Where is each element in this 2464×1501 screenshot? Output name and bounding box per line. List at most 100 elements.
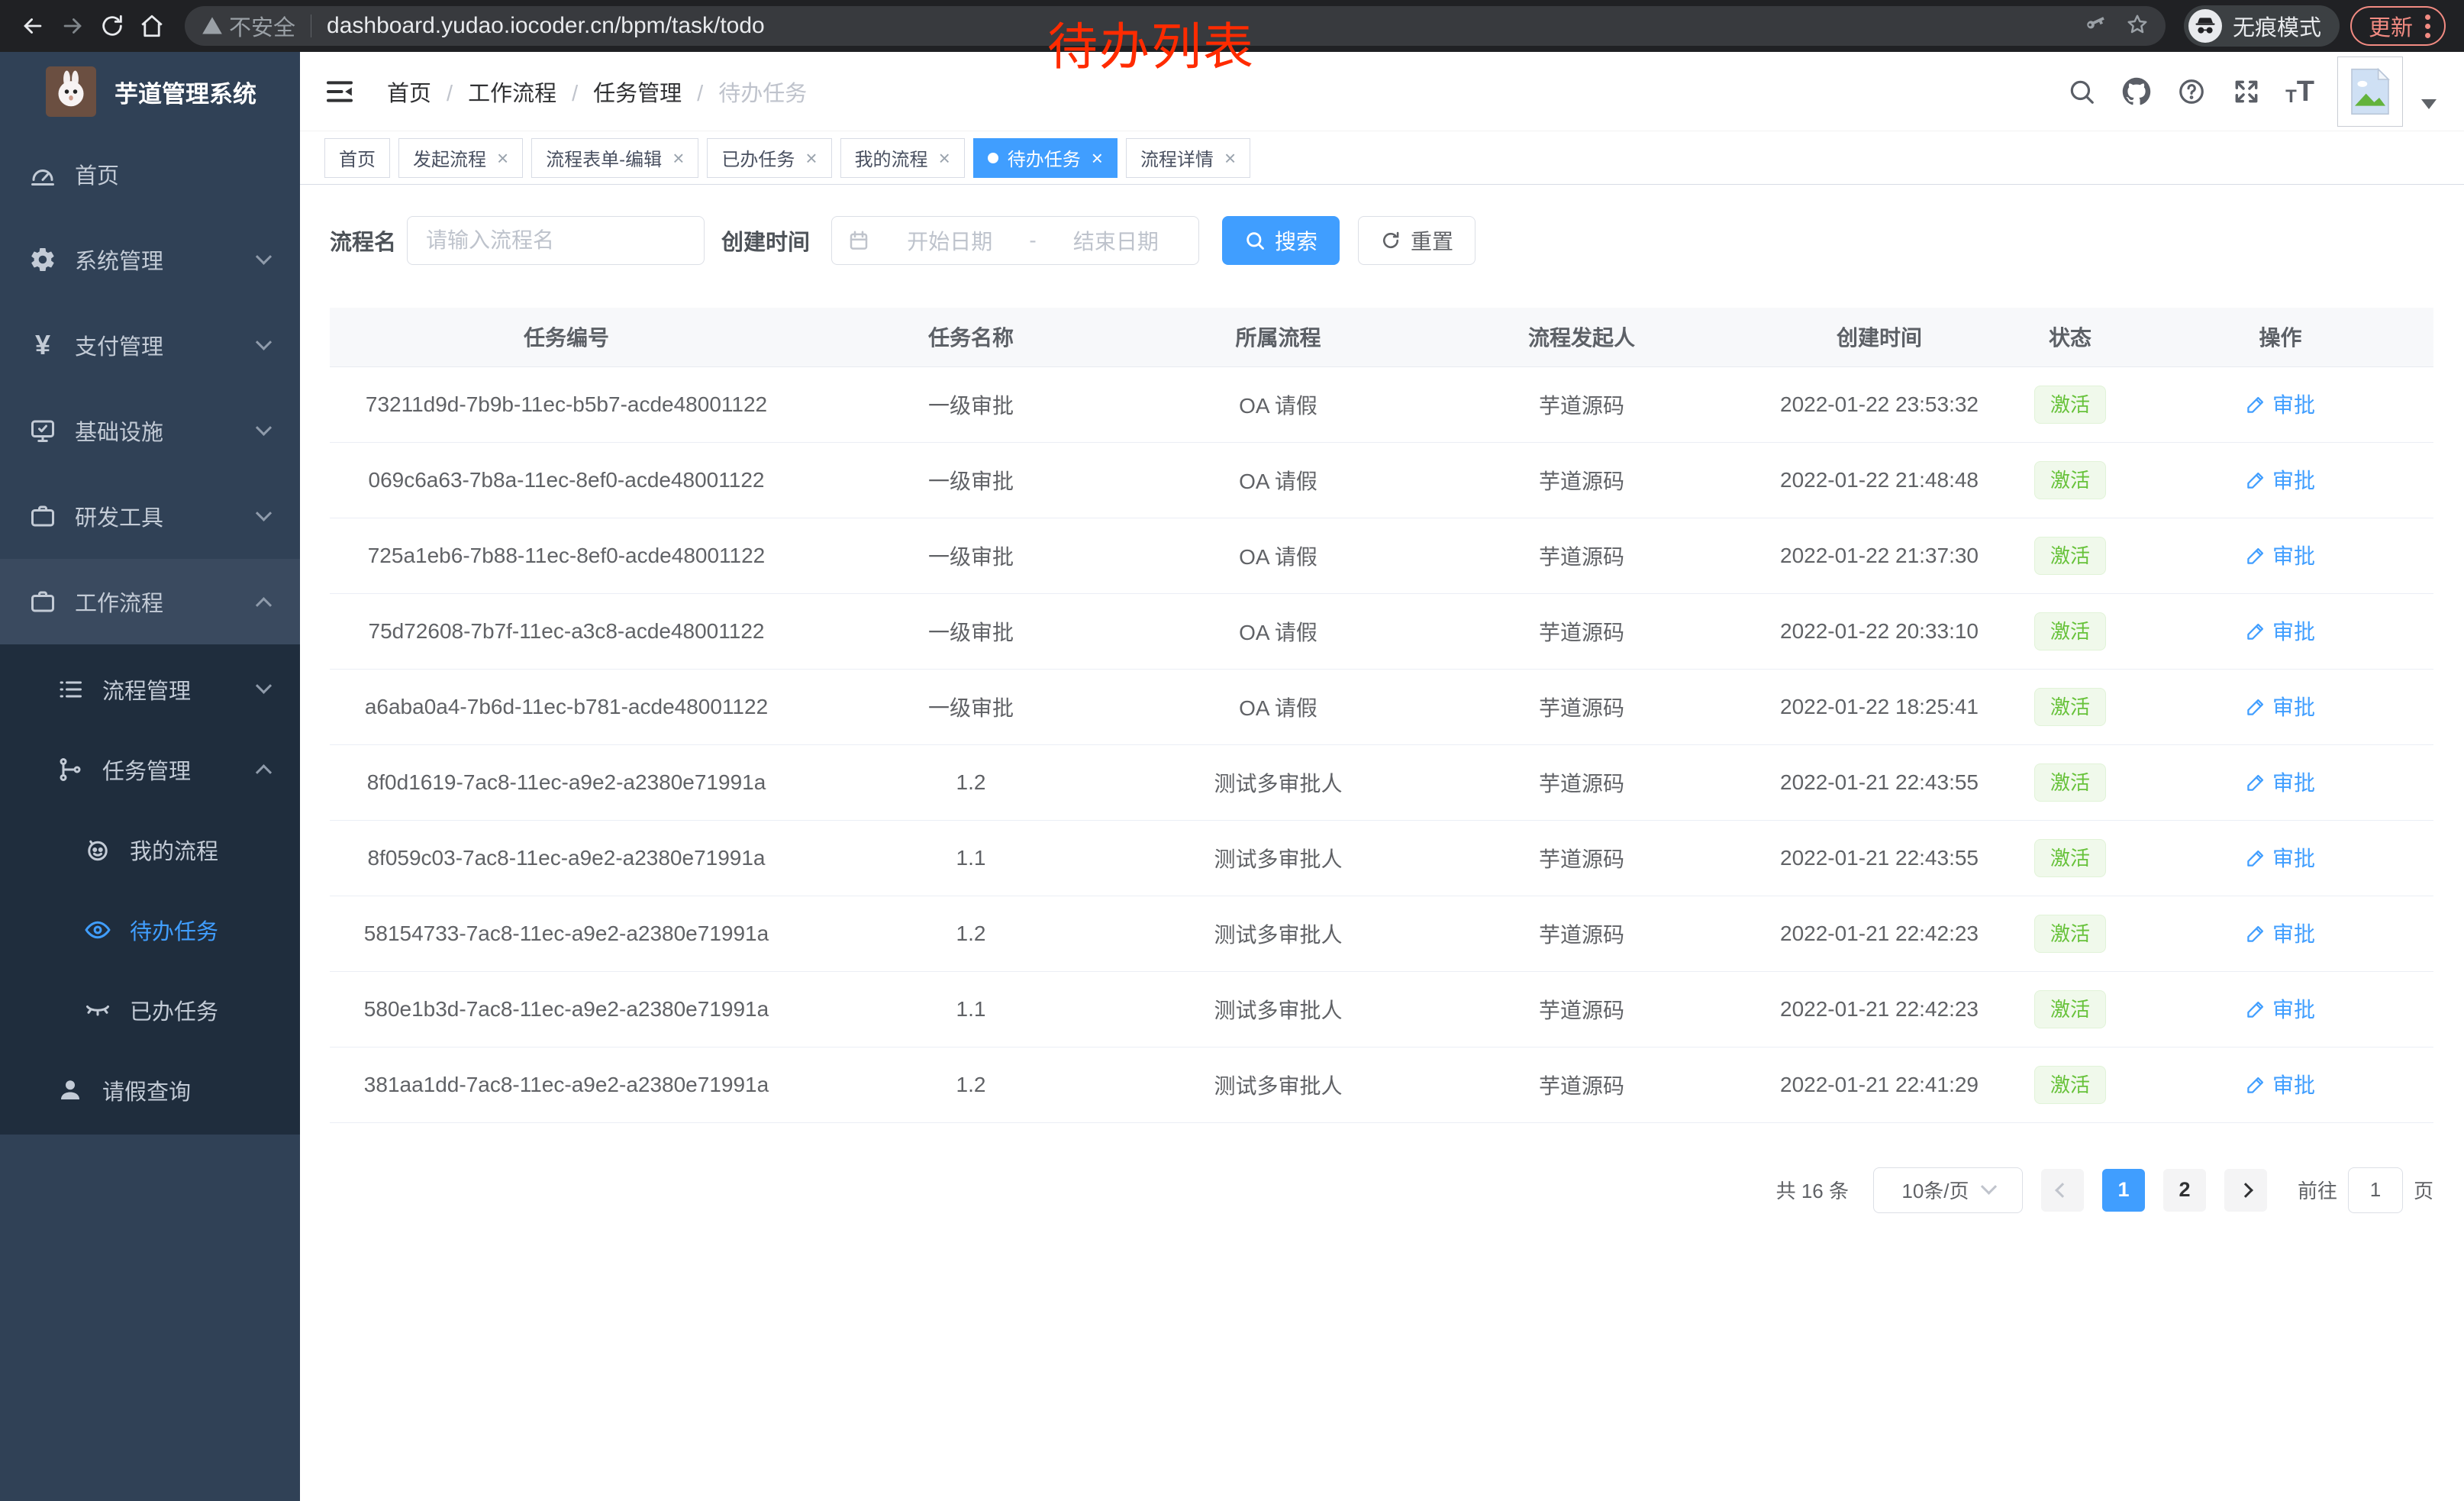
browser-update-button[interactable]: 更新 <box>2350 6 2446 46</box>
approve-button[interactable]: 审批 <box>2246 464 2315 495</box>
cell-created: 2022-01-21 22:41:29 <box>1746 1047 2013 1122</box>
sidebar-item-task[interactable]: 任务管理 <box>0 729 300 809</box>
tab-close-icon[interactable]: × <box>1224 148 1236 168</box>
tab-close-icon[interactable]: × <box>672 148 684 168</box>
approve-button[interactable]: 审批 <box>2246 767 2315 797</box>
goto-page-input[interactable] <box>2348 1167 2403 1213</box>
reset-button[interactable]: 重置 <box>1358 216 1475 265</box>
page-number-button[interactable]: 1 <box>2102 1169 2145 1212</box>
sidebar-item-home[interactable]: 首页 <box>0 131 300 217</box>
opened-page-tab[interactable]: 流程详情 × <box>1126 138 1250 178</box>
browser-reload-icon[interactable] <box>98 11 127 40</box>
sidebar-item-model[interactable]: 流程管理 <box>0 649 300 729</box>
approve-button[interactable]: 审批 <box>2246 918 2315 948</box>
tab-close-icon[interactable]: × <box>805 148 817 168</box>
sidebar-item-label: 基础设施 <box>75 415 258 447</box>
sidebar-item-done[interactable]: 已办任务 <box>0 970 300 1050</box>
cell-starter: 芋道源码 <box>1417 593 1746 669</box>
browser-back-icon[interactable] <box>18 11 47 40</box>
opened-page-tab[interactable]: 流程表单-编辑 × <box>531 138 698 178</box>
cell-starter: 芋道源码 <box>1417 971 1746 1047</box>
help-icon[interactable] <box>2175 76 2208 108</box>
avatar[interactable] <box>2337 56 2403 127</box>
sidebar-item-leave[interactable]: 请假查询 <box>0 1050 300 1130</box>
cell-starter: 芋道源码 <box>1417 518 1746 593</box>
page-size-select[interactable]: 10条/页 <box>1873 1167 2023 1213</box>
cell-task-id: 73211d9d-7b9b-11ec-b5b7-acde48001122 <box>330 366 803 442</box>
cell-created: 2022-01-22 20:33:10 <box>1746 593 2013 669</box>
sidebar-fold-icon[interactable] <box>324 75 358 108</box>
breadcrumb-item[interactable]: 首页 <box>387 76 468 108</box>
sidebar-item-todo[interactable]: 待办任务 <box>0 889 300 970</box>
opened-page-tab[interactable]: 首页 × <box>324 138 390 178</box>
status-badge: 激活 <box>2034 1066 2106 1104</box>
chevron-down-icon <box>256 334 272 350</box>
security-label[interactable]: 不安全 <box>229 10 295 42</box>
opened-page-tab[interactable]: 待办任务 × <box>973 138 1118 178</box>
app-logo-row[interactable]: 芋道管理系统 <box>0 52 300 131</box>
cell-created: 2022-01-21 22:43:55 <box>1746 820 2013 896</box>
approve-button[interactable]: 审批 <box>2246 691 2315 721</box>
sidebar-item-tool[interactable]: 研发工具 <box>0 473 300 559</box>
approve-button[interactable]: 审批 <box>2246 993 2315 1024</box>
end-date-placeholder[interactable]: 结束日期 <box>1049 225 1183 256</box>
sidebar-item-bpm[interactable]: 工作流程 <box>0 559 300 644</box>
calendar-icon <box>847 229 870 252</box>
cell-starter: 芋道源码 <box>1417 442 1746 518</box>
breadcrumb-item[interactable]: 工作流程 <box>468 76 593 108</box>
filter-form: 流程名 创建时间 开始日期 - 结束日期 搜索 重置 <box>330 216 2433 265</box>
sidebar-item-infra[interactable]: 基础设施 <box>0 388 300 473</box>
fullscreen-icon[interactable] <box>2230 76 2262 108</box>
sidebar-item-pay[interactable]: ¥ 支付管理 <box>0 302 300 388</box>
breadcrumb-item[interactable]: 任务管理 <box>593 76 718 108</box>
approve-button[interactable]: 审批 <box>2246 842 2315 873</box>
sidebar-item-my-process[interactable]: 我的流程 <box>0 809 300 889</box>
cell-created: 2022-01-22 21:48:48 <box>1746 442 2013 518</box>
cell-process: OA 请假 <box>1139 518 1417 593</box>
col-process: 所属流程 <box>1139 308 1417 366</box>
briefcase-icon <box>27 586 58 617</box>
sidebar-item-system[interactable]: 系统管理 <box>0 217 300 302</box>
process-name-input[interactable] <box>407 216 705 265</box>
font-size-icon[interactable]: TT <box>2285 77 2314 106</box>
date-range-picker[interactable]: 开始日期 - 结束日期 <box>831 216 1199 265</box>
refresh-icon <box>1380 230 1401 251</box>
browser-forward-icon[interactable] <box>58 11 87 40</box>
opened-page-tab[interactable]: 发起流程 × <box>398 138 523 178</box>
avatar-caret-icon[interactable] <box>2421 99 2437 109</box>
cell-created: 2022-01-22 21:37:30 <box>1746 518 2013 593</box>
cell-process: OA 请假 <box>1139 442 1417 518</box>
table-row: 580e1b3d-7ac8-11ec-a9e2-a2380e71991a 1.1… <box>330 971 2433 1047</box>
eye-closed-icon <box>82 995 113 1025</box>
approve-button[interactable]: 审批 <box>2246 389 2315 419</box>
page-number-button[interactable]: 2 <box>2163 1169 2206 1212</box>
gear-icon <box>27 244 58 275</box>
browser-home-icon[interactable] <box>137 11 166 40</box>
approve-button[interactable]: 审批 <box>2246 1069 2315 1099</box>
navbar-actions: TT <box>2066 56 2437 127</box>
tab-close-icon[interactable]: × <box>939 148 950 168</box>
approve-button[interactable]: 审批 <box>2246 540 2315 570</box>
opened-page-tab[interactable]: 我的流程 × <box>840 138 965 178</box>
browser-menu-icon[interactable] <box>2425 15 2430 38</box>
cell-task-name: 1.2 <box>803 744 1139 820</box>
next-page-button[interactable] <box>2224 1169 2267 1212</box>
breadcrumb-item[interactable]: 待办任务 <box>718 76 807 108</box>
opened-page-tab[interactable]: 已办任务 × <box>707 138 831 178</box>
tab-close-icon[interactable]: × <box>497 148 508 168</box>
sidebar-item-label: 任务管理 <box>102 754 258 786</box>
edit-pencil-icon <box>2246 999 2266 1019</box>
edit-pencil-icon <box>2246 394 2266 415</box>
approve-button[interactable]: 审批 <box>2246 615 2315 646</box>
update-label[interactable]: 更新 <box>2369 10 2413 42</box>
search-button[interactable]: 搜索 <box>1222 216 1340 265</box>
table-row: a6aba0a4-7b6d-11ec-b781-acde48001122 一级审… <box>330 669 2433 744</box>
password-key-icon[interactable] <box>2085 13 2108 40</box>
search-icon[interactable] <box>2066 76 2098 108</box>
security-warning-icon[interactable] <box>202 15 223 37</box>
tab-close-icon[interactable]: × <box>1092 148 1103 168</box>
bookmark-star-icon[interactable] <box>2126 13 2149 40</box>
github-icon[interactable] <box>2121 76 2153 108</box>
prev-page-button[interactable] <box>2041 1169 2084 1212</box>
start-date-placeholder[interactable]: 开始日期 <box>882 225 1017 256</box>
